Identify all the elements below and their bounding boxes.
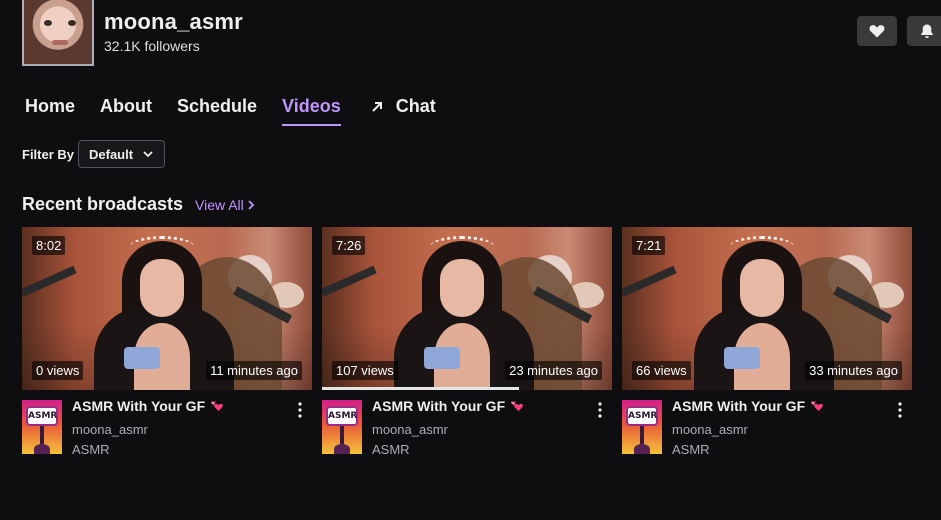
section-title: Recent broadcasts <box>22 194 184 214</box>
video-title[interactable]: ASMR With Your GF <box>72 398 224 414</box>
video-title[interactable]: ASMR With Your GF <box>372 398 524 414</box>
upload-time-badge: 33 minutes ago <box>805 361 902 380</box>
tab-videos[interactable]: Videos <box>282 96 341 126</box>
video-length-badge: 7:26 <box>332 236 366 255</box>
video-card[interactable]: 8:02 0 views 11 minutes ago ASMR ASMR Wi… <box>22 227 312 457</box>
heart-icon <box>869 25 885 38</box>
view-count-badge: 107 views <box>332 361 398 380</box>
channel-name[interactable]: moona_asmr <box>104 9 243 35</box>
two-hearts-icon <box>211 401 223 411</box>
filter-dropdown[interactable]: Default <box>78 140 165 168</box>
video-category[interactable]: ASMR <box>72 442 110 457</box>
channel-nav: Home About Schedule Videos Chat <box>25 96 461 126</box>
video-meta: ASMR ASMR With Your GF moona_asmr ASMR <box>322 390 612 457</box>
filter-label: Filter By <box>22 147 75 162</box>
view-all-link[interactable]: View All <box>195 197 256 213</box>
arrow-up-right-icon <box>372 101 382 112</box>
video-thumbnail[interactable]: 7:26 107 views 23 minutes ago <box>322 227 612 390</box>
video-thumbnail[interactable]: 8:02 0 views 11 minutes ago <box>22 227 312 390</box>
view-count-badge: 0 views <box>32 361 84 380</box>
video-channel-name[interactable]: moona_asmr <box>372 422 448 437</box>
video-category[interactable]: ASMR <box>372 442 410 457</box>
tab-chat-label: Chat <box>395 96 436 116</box>
video-meta: ASMR ASMR With Your GF moona_asmr ASMR <box>22 390 312 457</box>
tab-home[interactable]: Home <box>25 96 75 124</box>
video-channel-name[interactable]: moona_asmr <box>72 422 148 437</box>
video-meta: ASMR ASMR With Your GF moona_asmr ASMR <box>622 390 912 457</box>
tab-chat[interactable]: Chat <box>370 96 436 124</box>
view-count-badge: 66 views <box>632 361 691 380</box>
filter-value: Default <box>89 146 134 162</box>
video-title[interactable]: ASMR With Your GF <box>672 398 824 414</box>
video-length-badge: 8:02 <box>32 236 66 255</box>
video-category[interactable]: ASMR <box>672 442 710 457</box>
tab-about[interactable]: About <box>100 96 152 124</box>
category-box-art[interactable]: ASMR <box>322 400 362 454</box>
notifications-button[interactable] <box>907 16 941 46</box>
channel-avatar[interactable] <box>22 0 94 66</box>
upload-time-badge: 11 minutes ago <box>206 361 302 380</box>
view-all-label: View All <box>195 197 244 213</box>
two-hearts-icon <box>511 401 523 411</box>
more-vertical-icon[interactable] <box>298 402 302 418</box>
video-length-badge: 7:21 <box>632 236 666 255</box>
category-box-art[interactable]: ASMR <box>622 400 662 454</box>
follower-count: 32.1K followers <box>104 38 200 54</box>
chevron-right-icon <box>248 200 255 210</box>
tab-schedule[interactable]: Schedule <box>177 96 257 124</box>
category-box-art[interactable]: ASMR <box>22 400 62 454</box>
follow-button[interactable] <box>857 16 897 46</box>
more-vertical-icon[interactable] <box>898 402 902 418</box>
upload-time-badge: 23 minutes ago <box>505 361 602 380</box>
bell-icon <box>921 24 933 38</box>
chevron-down-icon <box>143 151 153 158</box>
video-thumbnail[interactable]: 7:21 66 views 33 minutes ago <box>622 227 912 390</box>
video-channel-name[interactable]: moona_asmr <box>672 422 748 437</box>
video-card[interactable]: 7:26 107 views 23 minutes ago ASMR ASMR … <box>322 227 612 457</box>
more-vertical-icon[interactable] <box>598 402 602 418</box>
two-hearts-icon <box>811 401 823 411</box>
video-card[interactable]: 7:21 66 views 33 minutes ago ASMR ASMR W… <box>622 227 912 457</box>
